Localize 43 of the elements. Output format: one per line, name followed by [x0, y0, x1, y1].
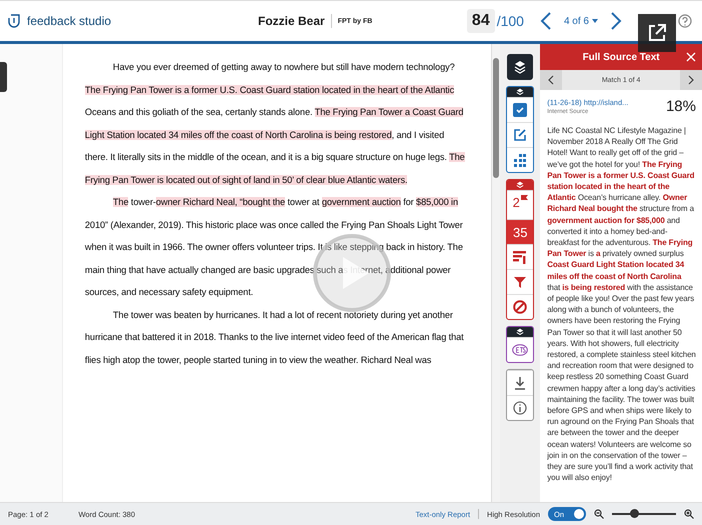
- next-match-button[interactable]: [680, 70, 702, 90]
- similarity-count[interactable]: 35: [507, 219, 534, 244]
- info-icon: [513, 401, 528, 415]
- flag-icon: [520, 195, 528, 203]
- chevron-right-icon: [688, 75, 694, 85]
- score-field[interactable]: 84: [466, 9, 495, 33]
- download-icon: [515, 376, 526, 390]
- filter-icon: [514, 276, 526, 288]
- scrollbar-thumb[interactable]: [493, 58, 500, 178]
- score-max: /100: [496, 13, 524, 29]
- essay-paragraph: The tower was beaten by hurricanes. It had a lot of recent notoriety during yet another hurricane that battered it in 2018. Thanks to the live internet video feed of the American flag that flies high atop the tower, people started tuning in to view the weather. Richard Neal was: [84, 308, 465, 367]
- pager-dropdown[interactable]: 4 of 6: [560, 16, 602, 26]
- match-percent: 18%: [666, 98, 696, 115]
- layers-icon: [516, 328, 524, 336]
- source-text: Life NC Coastal NC Lifestyle Magazine | November 2018 A Really Off The Grid Hotel! Want to really get off of the grid – we’ve got the hotel for you! The Frying Pan Tower is a former U.S. Coast Guard station located in the heart of the Atlantic Ocean’s hurricane alley. Owner Richard Neal bought the structure from a government auction for $85,000 and converted it into a homey bed-and-breakfast for the adventurous. The Frying Pan Tower is a privately owned surplus Coast Guard Light Station located 34 miles off the coast of North Carolina that is being restored with the assistance of people like you! Over the past few years along with a bunch of volunteers, the owners have been restoring the Frying Pan Tower so that it will last another 50 years. With hot showers, full electricity restored, a complete stainless steel kitchen and recreation room that were designed to keep restless 20 something Coast Guard crewmen happy after a long day’s activities maintaining the facility. The tower was built before GPS and when ships were likely to run aground on the Frying Pan Shoals that are between the tower and the deeper ocean waters! Volunteers are welcome so join in on the conservation of the tower – they are sure you’ll find a work activity that you will also enjoy!: [547, 125, 696, 484]
- close-icon[interactable]: [686, 52, 696, 62]
- layers-icon: [514, 60, 526, 74]
- app-logo-text: feedback studio: [27, 14, 112, 28]
- chevron-left-icon: [548, 75, 554, 85]
- layers-button[interactable]: [507, 54, 534, 80]
- essay-paragraph: Have you ever dreemed of getting away to nowhere but still have modern technology? The Frying Pan Tower is a former U.S. Coast Guard station located in the heart of the Atlantic Oceans and this goliath of the sea, certanly stands alone. The Frying Pan Tower a Coast Guard Light Station located 34 miles off the coast of North Carolina is being restored, and I visited there. It literally sits in the middle of the ocean, and it is a big square structure on huge legs. The Frying Pan Tower is located out of sight of land in 50’ of clear blue Atlantic waters.: [84, 61, 466, 187]
- layers-icon: [516, 180, 524, 190]
- zoom-in-icon[interactable]: [684, 509, 694, 519]
- previous-match-button[interactable]: [540, 70, 562, 90]
- checkbox[interactable]: [513, 103, 528, 117]
- external-link-icon: [647, 23, 667, 43]
- logo-icon: [8, 13, 22, 29]
- next-icon[interactable]: [610, 11, 622, 31]
- layers-icon: [516, 88, 524, 96]
- student-name: Fozzie Bear: [258, 14, 332, 28]
- bars-icon: [513, 250, 528, 264]
- edit-icon: [513, 128, 528, 142]
- previous-icon[interactable]: [540, 11, 552, 31]
- caret-icon: [592, 19, 598, 23]
- help-icon[interactable]: [678, 14, 692, 28]
- no-entry-icon: [513, 300, 528, 314]
- check-icon: [515, 105, 526, 115]
- grid-icon: [514, 154, 527, 166]
- panel-title: Full Source Text: [582, 52, 660, 62]
- zoom-out-icon[interactable]: [594, 509, 604, 519]
- ets-logo-icon: [512, 344, 528, 356]
- popout-button[interactable]: [638, 14, 676, 52]
- side-tab[interactable]: [0, 62, 7, 92]
